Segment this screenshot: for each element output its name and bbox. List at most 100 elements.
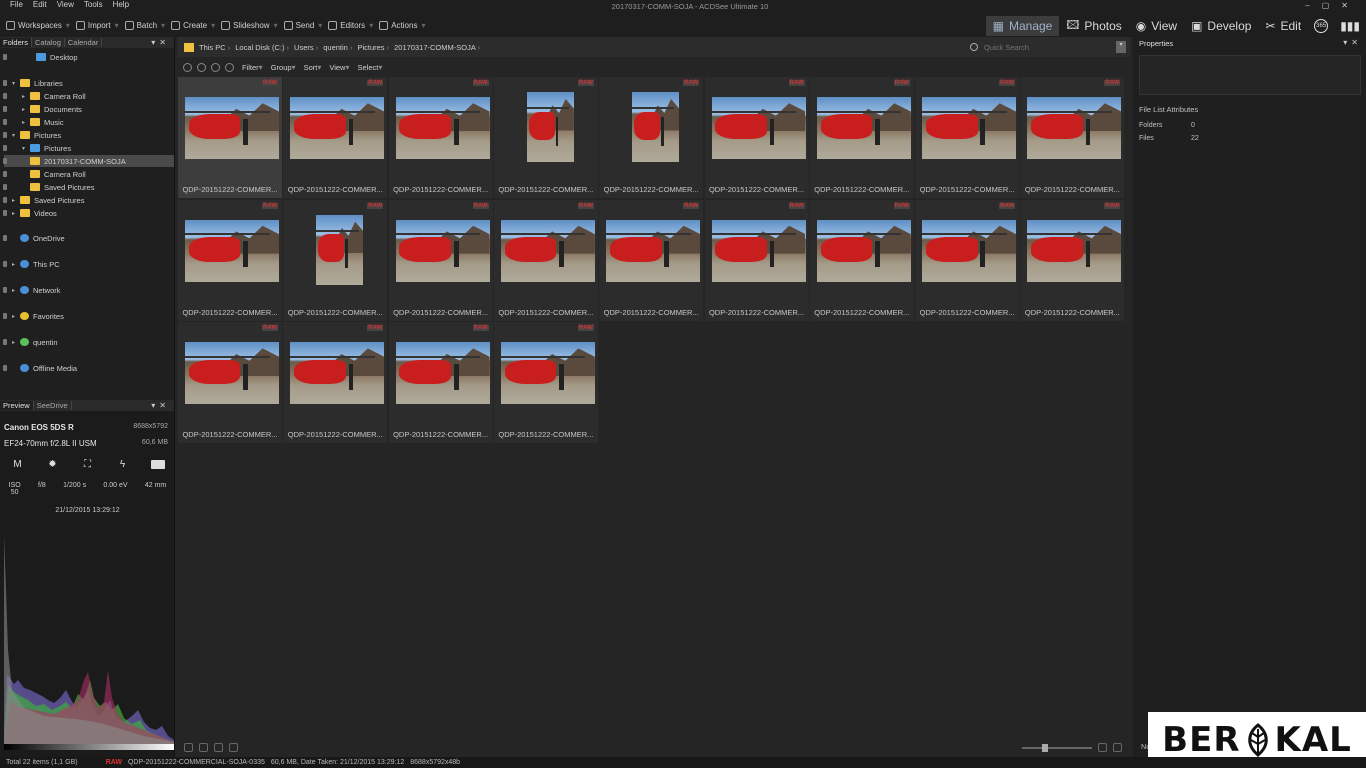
thumbnail-cell[interactable]: RAW QDP-20151222-COMMER... [493, 199, 598, 321]
breadcrumb-item[interactable]: 20170317-COMM-SOJA [394, 43, 480, 52]
breadcrumb-item[interactable]: This PC [199, 43, 230, 52]
tree-item-offline-media[interactable]: Offline Media [3, 362, 77, 374]
menu-edit[interactable]: Edit [33, 0, 47, 9]
tree-item-pictures[interactable]: ▾ Pictures [3, 129, 61, 141]
toolbar-workspaces-button[interactable]: Workspaces ▾ [6, 20, 70, 30]
thumbnail-cell[interactable]: RAW QDP-20151222-COMMER... [915, 199, 1020, 321]
mode-photos[interactable]: 🖾 Photos [1059, 16, 1128, 36]
properties-close-icon[interactable]: ▾✕ [1343, 38, 1362, 47]
thumbnail-cell[interactable]: RAW QDP-20151222-COMMER... [388, 77, 493, 198]
mode-view[interactable]: ◉ View [1129, 16, 1184, 36]
toolbar-editors-button[interactable]: Editors ▾ [328, 20, 373, 30]
thumbnail-cell[interactable]: RAW QDP-20151222-COMMER... [178, 77, 282, 198]
expand-arrow-icon[interactable]: ▸ [12, 197, 20, 204]
breadcrumb-item[interactable]: Pictures [357, 43, 389, 52]
panel-close-icon[interactable]: ▾✕ [151, 38, 174, 47]
expand-arrow-icon[interactable]: ▸ [22, 106, 30, 113]
tree-item-favorites[interactable]: ▸ Favorites [3, 310, 64, 322]
thumbnail-cell[interactable]: RAW QDP-20151222-COMMER... [283, 77, 388, 198]
expand-arrow-icon[interactable]: ▸ [12, 210, 20, 217]
expand-arrow-icon[interactable]: ▸ [12, 261, 20, 268]
browse-icon[interactable] [184, 743, 193, 752]
thumbnail-cell[interactable]: RAW QDP-20151222-COMMER... [599, 77, 704, 198]
ultimate-365-icon[interactable]: 365 [1314, 19, 1329, 33]
tree-item-saved-pictures[interactable]: Saved Pictures [3, 181, 94, 193]
breadcrumb-item[interactable]: Local Disk (C:) [235, 43, 289, 52]
menu-tools[interactable]: Tools [84, 0, 103, 9]
home-icon[interactable] [183, 62, 192, 72]
tree-item-documents[interactable]: ▸ Documents [3, 103, 82, 115]
mode-manage[interactable]: ▦ Manage [985, 16, 1060, 36]
quick-search-input[interactable] [984, 42, 1104, 52]
thumbnail-cell[interactable]: RAW QDP-20151222-COMMER... [704, 199, 809, 321]
view-mode-icon[interactable] [229, 743, 238, 752]
thumbnail-cell[interactable]: RAW QDP-20151222-COMMER... [283, 199, 388, 321]
thumbnail-cell[interactable]: RAW QDP-20151222-COMMER... [283, 322, 388, 444]
tree-item-videos[interactable]: ▸ Videos [3, 207, 57, 219]
thumbnail-cell[interactable]: RAW QDP-20151222-COMMER... [388, 322, 493, 444]
menu-help[interactable]: Help [113, 0, 129, 9]
thumbnail-cell[interactable]: RAW QDP-20151222-COMMER... [178, 322, 282, 444]
thumbnail-size-icon[interactable] [1098, 743, 1107, 752]
thumbnail-cell[interactable]: RAW QDP-20151222-COMMER... [809, 199, 914, 321]
up-icon[interactable] [225, 62, 234, 72]
tab-catalog[interactable]: Catalog [32, 38, 65, 47]
fit-icon[interactable] [1113, 743, 1122, 752]
expand-arrow-icon[interactable]: ▸ [12, 287, 20, 294]
thumbnail-cell[interactable]: RAW QDP-20151222-COMMER... [1020, 199, 1125, 321]
tab-folders[interactable]: Folders [0, 38, 33, 47]
thumbnail-cell[interactable]: RAW QDP-20151222-COMMER... [388, 199, 493, 321]
toolbar-create-button[interactable]: Create ▾ [171, 20, 215, 30]
tree-item-onedrive[interactable]: OneDrive [3, 232, 65, 244]
thumbnail-cell[interactable]: RAW QDP-20151222-COMMER... [1020, 77, 1125, 198]
tree-item-pictures[interactable]: ▾ Pictures [3, 142, 71, 154]
dashboard-icon[interactable]: ▮▮▮ [1340, 19, 1360, 33]
tree-item-music[interactable]: ▸ Music [3, 116, 64, 128]
rotate-right-icon[interactable] [214, 743, 223, 752]
tree-item-network[interactable]: ▸ Network [3, 284, 61, 296]
mode-develop[interactable]: ▣ Develop [1184, 16, 1258, 36]
toolbar-send-button[interactable]: Send ▾ [283, 20, 322, 30]
tab-preview[interactable]: Preview [0, 401, 34, 410]
thumbnail-cell[interactable]: RAW QDP-20151222-COMMER... [704, 77, 809, 198]
tab-calendar[interactable]: Calendar [65, 38, 103, 47]
tree-item-quentin[interactable]: ▸ quentin [3, 336, 58, 348]
tree-item-libraries[interactable]: ▾ Libraries [3, 77, 63, 89]
zoom-slider[interactable] [1022, 743, 1092, 752]
expand-arrow-icon[interactable]: ▸ [22, 119, 30, 126]
tree-item-20170317-comm-soja[interactable]: 20170317-COMM-SOJA [3, 155, 174, 167]
filter-group-menu[interactable]: Group [271, 63, 292, 72]
tree-item-camera-roll[interactable]: ▸ Camera Roll [3, 90, 86, 102]
expand-arrow-icon[interactable]: ▸ [12, 313, 20, 320]
rotate-left-icon[interactable] [199, 743, 208, 752]
window-controls[interactable]: –▢✕ [1305, 1, 1360, 10]
thumbnail-cell[interactable]: RAW QDP-20151222-COMMER... [809, 77, 914, 198]
expand-arrow-icon[interactable]: ▾ [22, 145, 30, 152]
filter-filter-menu[interactable]: Filter [242, 63, 259, 72]
back-icon[interactable] [197, 62, 206, 72]
tree-item-camera-roll[interactable]: Camera Roll [3, 168, 86, 180]
mode-edit[interactable]: ✂ Edit [1258, 16, 1308, 36]
toolbar-actions-button[interactable]: Actions ▾ [379, 20, 425, 30]
toolbar-slideshow-button[interactable]: Slideshow ▾ [221, 20, 278, 30]
filter-select-menu[interactable]: Select [357, 63, 378, 72]
menu-view[interactable]: View [57, 0, 74, 9]
filter-sort-menu[interactable]: Sort [304, 63, 318, 72]
toolbar-import-button[interactable]: Import ▾ [75, 20, 119, 30]
expand-arrow-icon[interactable]: ▾ [12, 80, 20, 87]
menu-file[interactable]: File [10, 0, 23, 9]
thumbnail-cell[interactable]: RAW QDP-20151222-COMMER... [493, 322, 598, 444]
expand-arrow-icon[interactable]: ▸ [22, 93, 30, 100]
tree-item-saved-pictures[interactable]: ▸ Saved Pictures [3, 194, 84, 206]
thumbnail-cell[interactable]: RAW QDP-20151222-COMMER... [178, 199, 282, 321]
breadcrumb-item[interactable]: quentin [323, 43, 352, 52]
thumbnail-cell[interactable]: RAW QDP-20151222-COMMER... [493, 77, 598, 198]
breadcrumb-item[interactable]: Users [294, 43, 318, 52]
search-dropdown-icon[interactable]: ▾ [1116, 41, 1126, 53]
toolbar-batch-button[interactable]: Batch ▾ [124, 20, 165, 30]
tree-item-desktop[interactable]: Desktop [3, 51, 78, 63]
forward-icon[interactable] [211, 62, 220, 72]
expand-arrow-icon[interactable]: ▾ [12, 132, 20, 139]
preview-close-icon[interactable]: ▾✕ [151, 401, 174, 410]
filter-view-menu[interactable]: View [329, 63, 345, 72]
